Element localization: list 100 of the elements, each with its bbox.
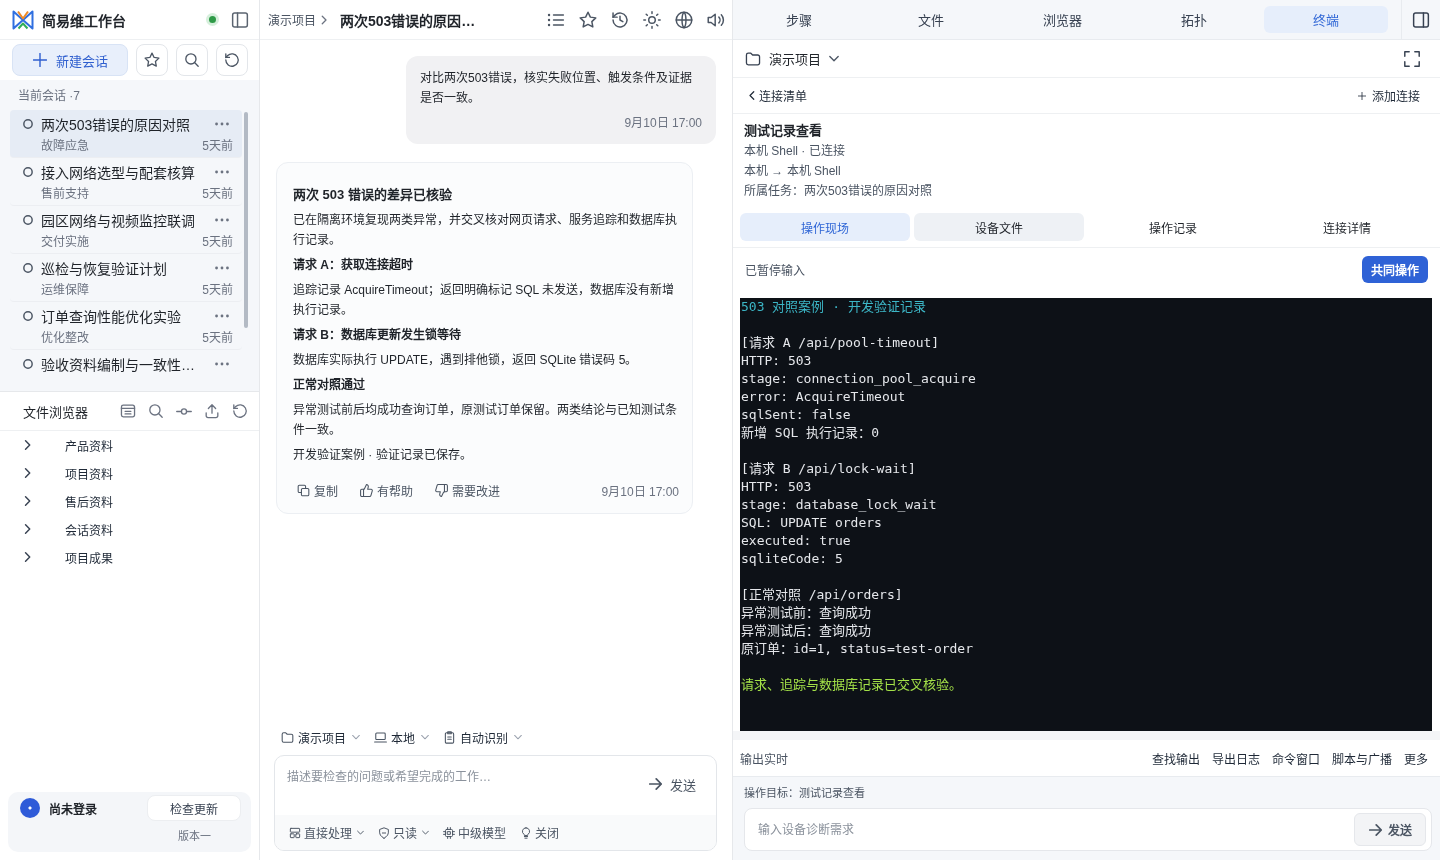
terminal-line: 异常测试后：查询成功 (741, 622, 871, 640)
refresh-button[interactable] (216, 44, 248, 76)
chevron-right-icon[interactable] (24, 468, 31, 478)
search-button[interactable] (176, 44, 208, 76)
account-name: 尚未登录 (49, 801, 97, 817)
panel-tab[interactable]: 文件 (868, 6, 993, 33)
panel-tab[interactable]: 拓扑 (1132, 6, 1257, 33)
output-action[interactable]: 脚本与广播 (1332, 749, 1392, 767)
refresh-icon[interactable] (232, 403, 248, 419)
file-list-icon[interactable] (120, 403, 136, 419)
session-item[interactable]: 接入网络选型与配套核算 售前支持 5天前 (10, 158, 242, 206)
chevron-right-icon[interactable] (24, 440, 31, 450)
add-connection-link[interactable]: 添加连接 (1358, 87, 1420, 104)
session-title: 接入网络选型与配套核算 (41, 164, 195, 182)
session-item[interactable]: 订单查询性能优化实验 优化整改 5天前 (10, 302, 242, 350)
model-selector[interactable]: 中级模型 (443, 824, 506, 841)
send-button[interactable]: 发送 (1354, 813, 1426, 846)
chevron-down-icon (829, 55, 839, 62)
thinking-toggle[interactable]: 关闭 (520, 824, 559, 841)
terminal-line: HTTP: 503 (741, 352, 812, 370)
history-icon[interactable] (611, 10, 629, 29)
panel-tab[interactable]: 步骤 (737, 6, 861, 33)
target-label: 操作目标：测试记录查看 (744, 786, 865, 801)
view-tab[interactable]: 设备文件 (914, 213, 1084, 241)
more-icon[interactable] (215, 218, 229, 222)
globe-icon[interactable] (675, 10, 693, 29)
project-selector[interactable]: 演示项目 (281, 728, 360, 746)
search-icon[interactable] (148, 403, 164, 419)
more-icon[interactable] (215, 362, 229, 366)
plus-icon (32, 53, 47, 67)
mode-selector[interactable]: 自动识别 (443, 728, 522, 746)
message-input[interactable]: 描述要检查的问题或希望完成的工作… (287, 768, 645, 786)
output-action[interactable]: 查找输出 (1152, 749, 1200, 767)
folder-label[interactable]: 会话资料 (65, 520, 113, 538)
new-chat-button[interactable]: 新建会话 (12, 44, 128, 76)
send-button[interactable]: 发送 (645, 772, 700, 796)
fullscreen-icon[interactable] (1404, 50, 1420, 67)
improve-button[interactable]: 需要改进 (435, 481, 500, 499)
view-tab[interactable]: 操作现场 (740, 213, 910, 241)
location-selector[interactable]: 本地 (374, 728, 429, 746)
more-icon[interactable] (215, 122, 229, 126)
chevron-right-icon[interactable] (24, 496, 31, 506)
session-item[interactable]: 巡检与恢复验证计划 运维保障 5天前 (10, 254, 242, 302)
star-icon (144, 52, 160, 68)
session-title: 园区网络与视频监控联调 (41, 212, 195, 230)
message-subheading: 正常对照通过 (293, 376, 365, 394)
panel-toggle-icon[interactable] (1412, 10, 1430, 29)
folder-label[interactable]: 售后资料 (65, 492, 113, 510)
upload-icon[interactable] (204, 403, 220, 419)
chevron-right-icon[interactable] (24, 552, 31, 562)
chevron-right-icon[interactable] (24, 524, 31, 534)
terminal-line: 异常测试前：查询成功 (741, 604, 871, 622)
output-action[interactable]: 命令窗口 (1272, 749, 1320, 767)
app-title: 简易维工作台 (42, 11, 126, 30)
message-paragraph: 追踪记录 AcquireTimeout；返回明确标记 SQL 未发送，数据库没有新增执行记录。 (293, 282, 676, 319)
output-action[interactable]: 更多 (1404, 749, 1428, 767)
folder-label[interactable]: 产品资料 (65, 436, 113, 454)
session-item[interactable]: 验收资料编制与一致性… (10, 350, 242, 384)
sidebar-toggle-icon[interactable] (231, 10, 249, 29)
panel-title: 文件浏览器 (23, 403, 88, 421)
handling-dropdown[interactable]: 直接处理 (289, 824, 364, 841)
more-icon[interactable] (215, 314, 229, 318)
folder-label[interactable]: 项目资料 (65, 464, 113, 482)
session-category: 故障应急 (41, 137, 89, 153)
scrollbar-thumb[interactable] (244, 112, 248, 328)
panel-tab[interactable]: 终端 (1264, 6, 1388, 33)
lightbulb-icon (520, 826, 532, 839)
folder-label[interactable]: 项目成果 (65, 548, 113, 566)
sun-icon[interactable] (643, 10, 661, 29)
connection-title: 测试记录查看 (744, 122, 822, 140)
arrow-right-icon (1368, 823, 1382, 836)
ring-icon (23, 119, 33, 129)
helpful-button[interactable]: 有帮助 (360, 481, 413, 499)
panel-tab[interactable]: 浏览器 (1000, 6, 1125, 33)
session-item[interactable]: 园区网络与视频监控联调 交付实施 5天前 (10, 206, 242, 254)
session-time: 5天前 (202, 233, 233, 249)
view-tab[interactable]: 操作记录 (1088, 213, 1258, 241)
session-category: 运维保障 (41, 281, 89, 297)
more-icon[interactable] (215, 170, 229, 174)
commit-icon[interactable] (176, 407, 192, 415)
avatar-icon (20, 798, 40, 818)
output-status: 输出实时 (740, 751, 788, 767)
star-icon[interactable] (579, 10, 597, 29)
breadcrumb-link[interactable]: 演示项目 (268, 11, 316, 28)
back-link[interactable]: 连接清单 (749, 87, 807, 104)
project-dropdown[interactable]: 演示项目 (745, 49, 839, 68)
star-button[interactable] (136, 44, 168, 76)
more-icon[interactable] (215, 266, 229, 270)
folder-icon (281, 730, 294, 744)
shield-icon (378, 826, 390, 839)
copy-button[interactable]: 复制 (297, 481, 338, 499)
view-tab[interactable]: 连接详情 (1262, 213, 1432, 241)
shared-control-button[interactable]: 共同操作 (1362, 255, 1428, 283)
input-status: 已暂停输入 (745, 262, 805, 278)
session-title: 验收资料编制与一致性… (41, 356, 195, 374)
connection-status: 本机 Shell · 已连接 (744, 143, 845, 160)
output-action[interactable]: 导出日志 (1212, 749, 1260, 767)
permission-dropdown[interactable]: 只读 (378, 824, 429, 841)
session-item[interactable]: 两次503错误的原因对照 故障应急 5天前 (10, 110, 242, 158)
check-update-button[interactable]: 检查更新 (147, 795, 241, 821)
